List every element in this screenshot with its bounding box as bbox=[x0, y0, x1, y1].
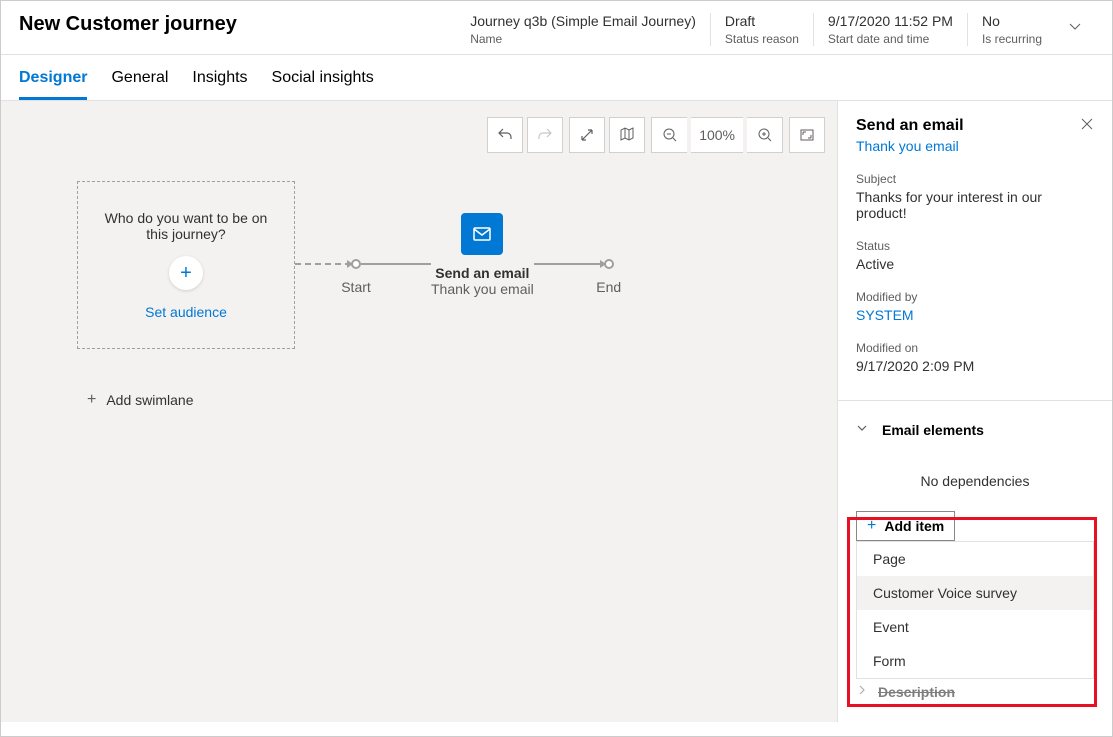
zoom-out-button[interactable] bbox=[651, 117, 687, 153]
add-item-dropdown: Page Customer Voice survey Event Form bbox=[856, 541, 1094, 679]
panel-email-link[interactable]: Thank you email bbox=[856, 138, 1094, 154]
plus-icon: + bbox=[180, 262, 192, 285]
add-item-label: Add item bbox=[884, 518, 944, 534]
add-swimlane-label: Add swimlane bbox=[106, 392, 193, 408]
meta-start-date[interactable]: 9/17/2020 11:52 PM Start date and time bbox=[813, 13, 967, 46]
plus-icon: + bbox=[867, 517, 876, 535]
end-node[interactable]: End bbox=[604, 259, 614, 269]
dropdown-item-form[interactable]: Form bbox=[857, 644, 1093, 678]
no-dependencies-text: No dependencies bbox=[856, 473, 1094, 489]
redo-button[interactable] bbox=[527, 117, 563, 153]
set-audience-link[interactable]: Set audience bbox=[145, 304, 227, 320]
body: 100% Who do you want to be on this journ… bbox=[1, 101, 1112, 722]
plus-icon: + bbox=[87, 391, 96, 409]
canvas-toolbar: 100% bbox=[487, 117, 825, 153]
divider bbox=[838, 400, 1112, 401]
header: New Customer journey Journey q3b (Simple… bbox=[1, 1, 1112, 55]
fit-screen-button[interactable] bbox=[569, 117, 605, 153]
tab-insights[interactable]: Insights bbox=[192, 55, 247, 100]
chevron-right-icon bbox=[856, 683, 868, 701]
canvas[interactable]: 100% Who do you want to be on this journ… bbox=[1, 101, 837, 722]
zoom-level: 100% bbox=[691, 117, 743, 153]
connector bbox=[534, 263, 604, 265]
email-elements-section[interactable]: Email elements bbox=[856, 421, 1094, 439]
header-meta: Journey q3b (Simple Email Journey) Name … bbox=[456, 13, 1056, 46]
subject-value: Thanks for your interest in our product! bbox=[856, 189, 1094, 221]
status-value: Active bbox=[856, 256, 1094, 272]
email-node-subtitle: Thank you email bbox=[431, 281, 534, 297]
tab-designer[interactable]: Designer bbox=[19, 55, 87, 100]
connector bbox=[361, 263, 431, 265]
audience-prompt: Who do you want to be on this journey? bbox=[94, 210, 278, 242]
tabs: Designer General Insights Social insight… bbox=[1, 55, 1112, 101]
email-node[interactable]: Send an email Thank you email bbox=[431, 213, 534, 297]
add-item-button[interactable]: + Add item bbox=[856, 511, 955, 541]
meta-name[interactable]: Journey q3b (Simple Email Journey) Name bbox=[456, 13, 710, 46]
tab-general[interactable]: General bbox=[111, 55, 168, 100]
tab-social-insights[interactable]: Social insights bbox=[272, 55, 374, 100]
add-swimlane-button[interactable]: + Add swimlane bbox=[87, 391, 194, 409]
undo-button[interactable] bbox=[487, 117, 523, 153]
zoom-in-button[interactable] bbox=[747, 117, 783, 153]
meta-status[interactable]: Draft Status reason bbox=[710, 13, 813, 46]
dropdown-item-event[interactable]: Event bbox=[857, 610, 1093, 644]
end-label: End bbox=[596, 279, 621, 295]
add-audience-button[interactable]: + bbox=[169, 256, 203, 290]
dropdown-item-page[interactable]: Page bbox=[857, 542, 1093, 576]
description-title: Description bbox=[878, 684, 955, 700]
chevron-down-icon bbox=[856, 421, 868, 439]
meta-recurring[interactable]: No Is recurring bbox=[967, 13, 1056, 46]
start-label: Start bbox=[341, 279, 371, 295]
dropdown-item-customer-voice[interactable]: Customer Voice survey bbox=[857, 576, 1093, 610]
description-section[interactable]: Description bbox=[856, 683, 1094, 701]
email-icon bbox=[461, 213, 503, 255]
modified-on-label: Modified on bbox=[856, 341, 1094, 355]
side-panel: Send an email Thank you email Subject Th… bbox=[837, 101, 1112, 722]
minimap-button[interactable] bbox=[609, 117, 645, 153]
fullscreen-button[interactable] bbox=[789, 117, 825, 153]
audience-box[interactable]: Who do you want to be on this journey? +… bbox=[77, 181, 295, 349]
modified-on-value: 9/17/2020 2:09 PM bbox=[856, 358, 1094, 374]
modified-by-value[interactable]: SYSTEM bbox=[856, 307, 1094, 323]
status-label: Status bbox=[856, 239, 1094, 253]
close-icon[interactable] bbox=[1080, 117, 1094, 136]
journey-flow: Who do you want to be on this journey? +… bbox=[77, 181, 614, 349]
connector bbox=[295, 263, 351, 265]
modified-by-label: Modified by bbox=[856, 290, 1094, 304]
email-node-title: Send an email bbox=[435, 265, 529, 281]
elements-section-title: Email elements bbox=[882, 422, 984, 438]
panel-title: Send an email bbox=[856, 117, 964, 136]
start-node[interactable]: Start bbox=[351, 259, 361, 269]
page-title: New Customer journey bbox=[19, 13, 456, 46]
subject-label: Subject bbox=[856, 172, 1094, 186]
expand-header-icon[interactable] bbox=[1056, 13, 1094, 46]
